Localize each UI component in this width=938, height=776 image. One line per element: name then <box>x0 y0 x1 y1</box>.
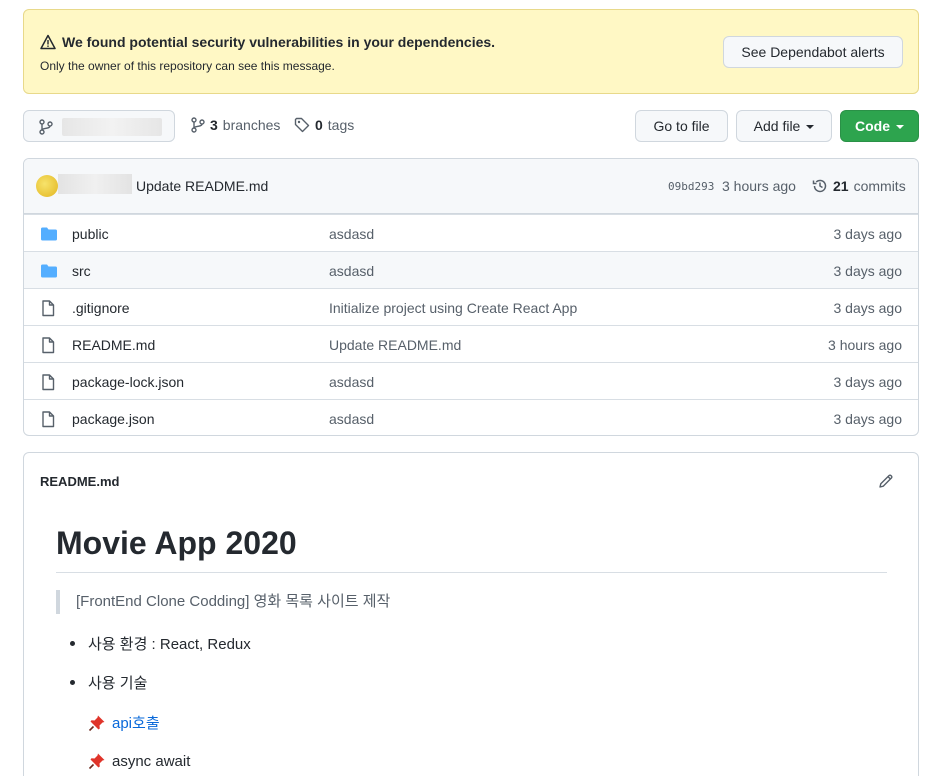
readme-title: Movie App 2020 <box>56 525 297 561</box>
branch-icon <box>191 117 205 133</box>
folder-icon <box>41 264 57 278</box>
file-age: 3 days ago <box>833 226 903 242</box>
file-icon <box>42 411 55 428</box>
readme-filename[interactable]: README.md <box>40 474 119 489</box>
tags-count: 0 <box>315 117 323 133</box>
commit-sha[interactable]: 09bd293 <box>668 180 714 193</box>
file-icon <box>42 300 55 317</box>
branches-count: 3 <box>210 117 218 133</box>
branch-name-redacted <box>62 118 162 136</box>
alert-title-text: We found potential security vulnerabilit… <box>62 34 496 50</box>
author-redacted <box>58 174 132 194</box>
list-item: 사용 기술 <box>69 672 147 693</box>
latest-commit-bar: Update README.md 09bd293 3 hours ago 21 … <box>24 159 918 214</box>
history-icon <box>812 179 827 193</box>
branch-icon <box>39 119 53 135</box>
file-commit-message[interactable]: asdasd <box>329 411 374 427</box>
go-to-file-button[interactable]: Go to file <box>635 110 728 142</box>
readme-panel: README.md Movie App 2020 [FrontEnd Clone… <box>23 452 919 776</box>
sub-list-item: api호출 <box>88 712 160 733</box>
code-button[interactable]: Code <box>840 110 919 142</box>
file-name[interactable]: public <box>72 226 109 242</box>
api-link[interactable]: api호출 <box>112 712 160 733</box>
file-row[interactable]: src asdasd 3 days ago <box>24 251 918 288</box>
file-commit-message[interactable]: Initialize project using Create React Ap… <box>329 300 577 316</box>
pushpin-icon <box>88 715 105 731</box>
file-name[interactable]: src <box>72 263 91 279</box>
latest-commit-message[interactable]: Update README.md <box>136 178 268 194</box>
file-age: 3 days ago <box>833 411 903 427</box>
alert-title: We found potential security vulnerabilit… <box>40 34 495 50</box>
tag-icon <box>294 117 310 133</box>
alert-subtitle: Only the owner of this repository can se… <box>40 59 335 73</box>
file-row[interactable]: package-lock.json asdasd 3 days ago <box>24 362 918 399</box>
tags-link[interactable]: 0 tags <box>294 117 354 133</box>
file-age: 3 days ago <box>833 300 903 316</box>
list-item: 사용 환경 : React, Redux <box>70 633 251 654</box>
folder-icon <box>41 227 57 241</box>
branches-label: branches <box>222 117 281 133</box>
see-dependabot-alerts-button[interactable]: See Dependabot alerts <box>723 36 903 68</box>
file-row[interactable]: package.json asdasd 3 days ago <box>24 399 918 435</box>
commits-label: commits <box>853 178 906 194</box>
avatar[interactable] <box>36 175 58 197</box>
security-alert: We found potential security vulnerabilit… <box>23 9 919 94</box>
file-age: 3 days ago <box>833 374 903 390</box>
file-age: 3 hours ago <box>828 337 902 353</box>
caret-down-icon <box>896 125 904 129</box>
commit-time[interactable]: 3 hours ago <box>722 178 796 194</box>
file-row[interactable]: public asdasd 3 days ago <box>24 214 918 251</box>
file-name[interactable]: .gitignore <box>72 300 130 316</box>
file-commit-message[interactable]: asdasd <box>329 226 374 242</box>
divider <box>56 572 887 573</box>
file-commit-message[interactable]: asdasd <box>329 263 374 279</box>
file-name[interactable]: package.json <box>72 411 155 427</box>
file-row[interactable]: .gitignore Initialize project using Crea… <box>24 288 918 325</box>
add-file-label: Add file <box>753 118 801 134</box>
file-browser: Update README.md 09bd293 3 hours ago 21 … <box>23 158 919 436</box>
branches-link[interactable]: 3 branches <box>191 117 280 133</box>
file-row[interactable]: README.md Update README.md 3 hours ago <box>24 325 918 362</box>
caret-down-icon <box>806 125 815 129</box>
commits-count: 21 <box>833 178 849 194</box>
file-name[interactable]: README.md <box>72 337 155 353</box>
code-label: Code <box>855 118 890 134</box>
file-age: 3 days ago <box>833 263 903 279</box>
readme-blockquote: [FrontEnd Clone Codding] 영화 목록 사이트 제작 <box>56 590 390 614</box>
commits-link[interactable]: 21 commits <box>812 178 906 194</box>
warning-icon <box>40 34 56 50</box>
add-file-button[interactable]: Add file <box>736 110 832 142</box>
file-icon <box>42 374 55 391</box>
pencil-icon[interactable] <box>878 473 894 489</box>
branch-selector[interactable] <box>23 110 175 142</box>
sub-list-text: async await <box>112 752 191 770</box>
pushpin-icon <box>88 753 105 770</box>
file-icon <box>42 337 55 354</box>
file-commit-message[interactable]: Update README.md <box>329 337 461 353</box>
file-name[interactable]: package-lock.json <box>72 374 184 390</box>
tags-label: tags <box>327 117 355 133</box>
sub-list-item: async await <box>88 752 190 770</box>
file-commit-message[interactable]: asdasd <box>329 374 374 390</box>
